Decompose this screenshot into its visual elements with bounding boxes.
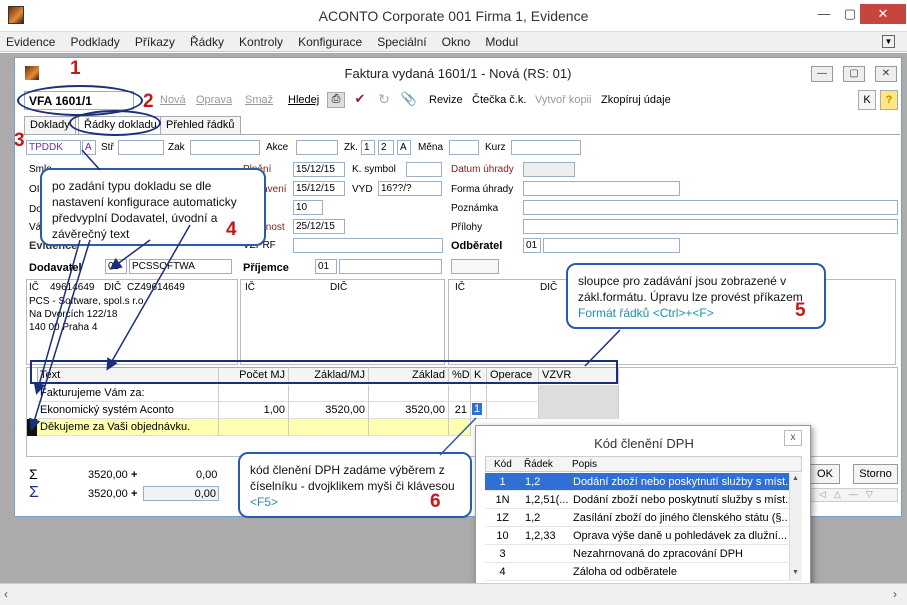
arrow-to-dodavatel xyxy=(109,239,151,270)
arrow-dph-to-cell xyxy=(439,417,477,456)
arrow-to-grid-header xyxy=(106,224,191,371)
chevron-right-icon[interactable]: › xyxy=(893,587,897,601)
arrow-to-first-row xyxy=(33,239,81,395)
annotation-arrows xyxy=(28,149,621,456)
arrow-to-last-row xyxy=(28,239,91,431)
chevron-left-icon[interactable]: ‹ xyxy=(4,587,8,601)
arrow-format-to-header xyxy=(584,329,621,367)
main-hscrollbar[interactable]: ‹ › xyxy=(0,583,907,605)
arrow-type-to-callout xyxy=(81,149,101,171)
